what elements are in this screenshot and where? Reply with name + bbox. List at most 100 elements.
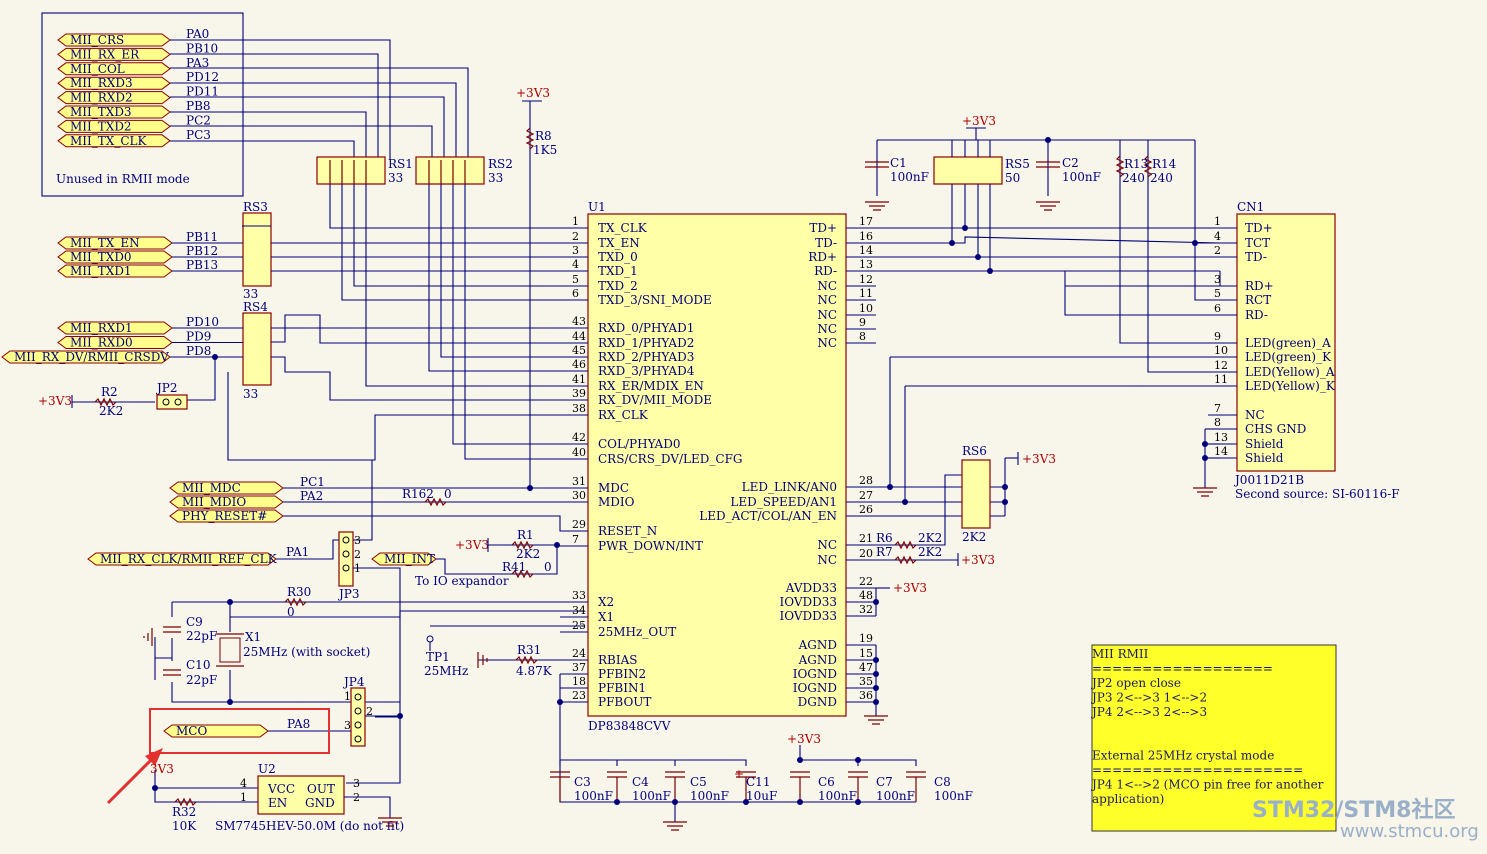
cn1-pin-num: 5: [1214, 287, 1221, 300]
rxclk-port: MII_RX_CLK/RMII_REF_CLK PA1: [87, 545, 309, 566]
u1-pin-num: 24: [572, 647, 586, 660]
cn1-ref: CN1: [1237, 200, 1264, 214]
cap-ref: C7: [876, 775, 893, 789]
cn1-pin-name: TCT: [1245, 236, 1270, 250]
u1-pin-num: 13: [859, 258, 873, 271]
u1-pin-name: CRS/CRS_DV/LED_CFG: [598, 452, 742, 466]
u1-pin-name: MDIO: [598, 495, 635, 509]
port-mii-mdc-label: MII_MDC: [182, 481, 241, 495]
rs6: RS6 2K2: [961, 444, 991, 544]
r162-val: 0: [444, 487, 452, 501]
u1-pin-name: AGND: [798, 653, 837, 667]
r30-ref: R30: [287, 585, 311, 599]
c9-ref: C9: [186, 615, 203, 629]
cn1-pin-num: 9: [1214, 330, 1221, 343]
mii-int-note: To IO expandor: [415, 574, 509, 588]
cap-val: 100nF: [690, 789, 729, 803]
u1-pin-num: 27: [859, 489, 873, 502]
svg-text:3: 3: [353, 777, 360, 790]
cn1-pin-num: 3: [1214, 273, 1221, 286]
note-line: ==================: [1092, 662, 1273, 676]
cn1-pin-name: Shield: [1245, 451, 1284, 465]
port-mii-rxd1: MII_RXD1: [57, 321, 173, 335]
port-mco: MCO: [163, 724, 269, 738]
svg-text:VCC: VCC: [267, 782, 295, 796]
r7-ref: R7: [876, 545, 893, 559]
u1-pin-num: 44: [572, 330, 586, 343]
port-mii_col-label: MII_COL: [70, 62, 125, 76]
port-mii-int-label: MII_INT: [384, 552, 435, 566]
cap-ref: C4: [632, 775, 649, 789]
port-mii_crs-label: MII_CRS: [70, 33, 124, 47]
u1-pin-num: 41: [572, 373, 586, 386]
u1-pin-num: 36: [859, 689, 873, 702]
r8: +3V3 R8 1K5: [516, 86, 557, 488]
schematic: Unused in RMII mode MII_CRS PA0 MII_RX_ER P…: [1, 12, 1479, 842]
pwr-r7: +3V3: [961, 553, 995, 567]
cn1-pin-num: 13: [1214, 431, 1228, 444]
r1: +3V3 R1 2K2 R41 0: [455, 528, 557, 579]
u1-pin-name: LED_SPEED/AN1: [730, 495, 837, 509]
r14-ref: R14: [1152, 157, 1177, 171]
u1-pin-num: 35: [859, 675, 873, 688]
r13-ref: R13: [1124, 157, 1148, 171]
cap-val: 10uF: [746, 789, 777, 803]
u1-pin-num: 15: [859, 647, 873, 660]
cn1-pin-name: LED(green)_K: [1245, 350, 1332, 364]
cn1-pin-name: RCT: [1245, 293, 1271, 307]
port-mii_txd2-label: MII_TXD2: [70, 119, 132, 133]
u1-pin-num: 34: [572, 604, 586, 617]
r30-val: 0: [287, 605, 295, 619]
pwr-r1: +3V3: [455, 538, 489, 552]
u1-pin-num: 25: [572, 619, 586, 632]
u1-pin-num: 43: [572, 315, 586, 328]
u1-pin-name: RESET_N: [598, 524, 657, 538]
mco-port: MCO PA8: [163, 717, 310, 738]
cap-val: 100nF: [632, 789, 671, 803]
u1-pin-name: RXD_1/PHYAD2: [598, 336, 694, 350]
u1-pin-num: 32: [859, 603, 873, 616]
rs4-val: 33: [243, 387, 258, 401]
port-mii_txd0-label: MII_TXD0: [70, 250, 132, 264]
cn1-pin-num: 10: [1214, 344, 1228, 357]
rs3: RS3 33: [242, 200, 272, 301]
c2-val: 100nF: [1062, 170, 1101, 184]
u1-pin-num: 18: [572, 675, 586, 688]
net-label: PB10: [186, 41, 218, 55]
u1-pin-name: PWR_DOWN/INT: [598, 539, 703, 553]
u1-pin-num: 42: [572, 431, 586, 444]
u1-pin-name: TXD_1: [598, 264, 638, 278]
u1-pin-name: RX_ER/MDIX_EN: [598, 379, 704, 393]
pwr-rs5: +3V3: [962, 114, 996, 128]
pwr-rs6: +3V3: [1022, 452, 1056, 466]
u1-pin-name: RX_CLK: [598, 408, 649, 422]
u1-pin-name: TD+: [809, 221, 837, 235]
pwr-avdd: +3V3: [893, 581, 927, 595]
pwr-r8: +3V3: [516, 86, 550, 100]
cn1-pin-num: 4: [1214, 230, 1221, 243]
u1-pin-name: NC: [817, 553, 837, 567]
r14-val: 240: [1150, 171, 1173, 185]
u1-pin-num: 4: [572, 258, 579, 271]
port-mii_rxd3-label: MII_RXD3: [70, 76, 133, 90]
rs5-ref: RS5: [1005, 157, 1030, 171]
note-line: External 25MHz crystal mode: [1092, 749, 1274, 763]
cn1-pin-num: 6: [1214, 302, 1221, 315]
u1-pin-name: MDC: [598, 481, 629, 495]
net-label: PD8: [186, 344, 211, 358]
u1-pin-num: 3: [572, 244, 579, 257]
cn1-pin-name: CHS GND: [1245, 422, 1306, 436]
u1-pin-num: 9: [859, 316, 866, 329]
u1-pin-name: RXD_3/PHYAD4: [598, 364, 695, 378]
u1-pin-num: 47: [859, 661, 873, 674]
rs1-ref: RS1: [388, 157, 413, 171]
port-mii-rx-clk-label: MII_RX_CLK/RMII_REF_CLK: [100, 552, 278, 566]
x1-val: 25MHz (with socket): [243, 645, 370, 659]
net-label: PC1: [300, 475, 325, 489]
rs3-val: 33: [243, 287, 258, 301]
port-phy-reset--label: PHY_RESET#: [182, 509, 267, 523]
port-mii-rxd1-label: MII_RXD1: [70, 321, 133, 335]
c10-val: 22pF: [186, 673, 217, 687]
u1-pin-name: TX_EN: [598, 236, 640, 250]
u1-pin-num: 33: [572, 589, 586, 602]
